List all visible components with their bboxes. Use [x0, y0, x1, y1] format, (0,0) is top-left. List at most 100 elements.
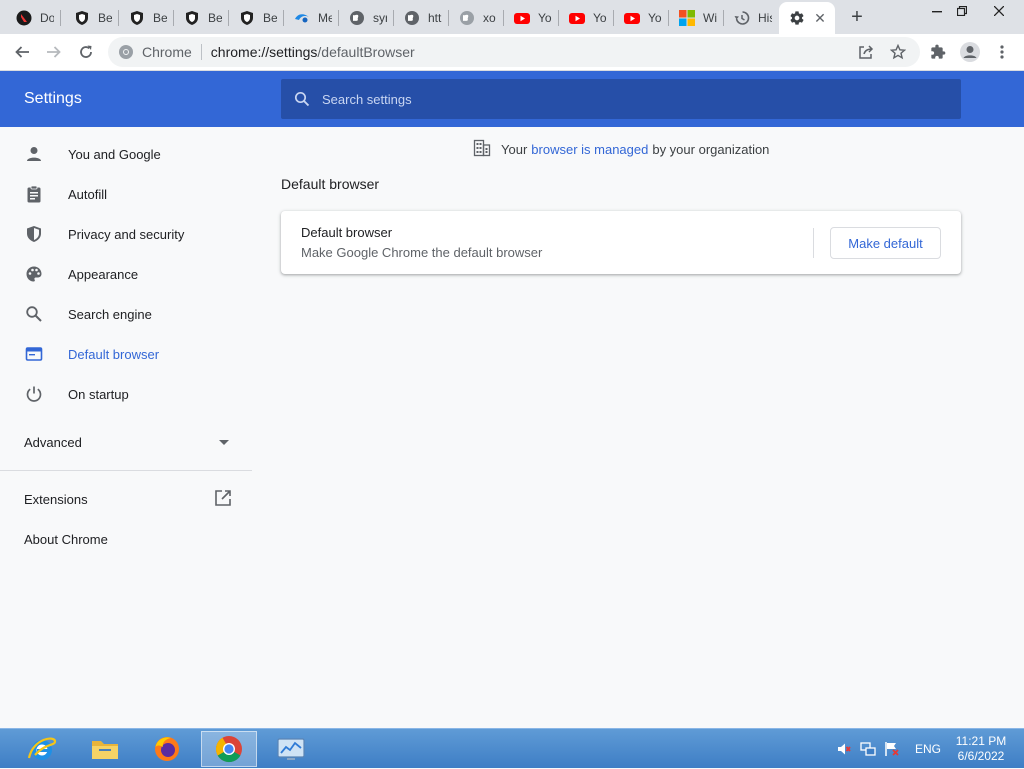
close-window-button[interactable]	[982, 0, 1016, 22]
gear-icon	[789, 10, 805, 26]
sidebar-item-autofill[interactable]: Autofill	[0, 174, 256, 214]
palette-icon	[24, 264, 44, 284]
profile-avatar[interactable]	[956, 38, 984, 66]
managed-prefix: Your	[501, 141, 528, 157]
browser-toolbar: Chrome chrome://settings/defaultBrowser	[0, 34, 1024, 71]
sidebar-advanced-toggle[interactable]: Advanced	[0, 422, 256, 462]
firefox-icon[interactable]	[139, 731, 195, 767]
tab-6[interactable]: Me	[284, 2, 336, 34]
bookmark-star-icon[interactable]	[884, 38, 912, 66]
blue-swirl-icon	[294, 10, 310, 26]
site-info[interactable]: Chrome	[118, 44, 192, 60]
settings-header: Settings	[0, 71, 1024, 127]
address-bar[interactable]: Chrome chrome://settings/defaultBrowser	[108, 37, 920, 67]
tab-12[interactable]: Yo	[614, 2, 666, 34]
tab-strip: Do Be Be Be Be Me sy htt xo Yo Yo Yo Wi …	[0, 0, 1024, 34]
tab-7[interactable]: syr	[339, 2, 391, 34]
tab-13[interactable]: Wi	[669, 2, 721, 34]
tab-title: Wi	[703, 11, 717, 25]
shield-icon	[184, 10, 200, 26]
history-icon	[734, 10, 750, 26]
default-browser-card: Default browser Make Google Chrome the d…	[281, 211, 961, 274]
system-clock[interactable]: 11:21 PM 6/6/2022	[950, 734, 1012, 764]
more-menu-icon[interactable]	[988, 38, 1016, 66]
sidebar-item-label: Default browser	[68, 346, 160, 362]
windows-taskbar: ENG 11:21 PM 6/6/2022	[0, 728, 1024, 768]
tab-5[interactable]: Be	[229, 2, 281, 34]
search-input[interactable]	[322, 91, 922, 107]
tab-title: syr	[373, 11, 387, 25]
internet-explorer-icon[interactable]	[14, 731, 70, 767]
shield-icon	[129, 10, 145, 26]
sidebar-item-extensions[interactable]: Extensions	[0, 479, 256, 519]
tab-4[interactable]: Be	[174, 2, 226, 34]
sidebar-item-you-and-google[interactable]: You and Google	[0, 134, 256, 174]
globe-icon	[459, 10, 475, 26]
caret-down-icon	[219, 440, 229, 445]
tab-title: Do	[40, 11, 54, 25]
action-center-flag-icon[interactable]	[884, 741, 900, 757]
tab-14[interactable]: His	[724, 2, 776, 34]
language-indicator[interactable]: ENG	[915, 742, 941, 756]
sidebar-item-label: On startup	[68, 386, 129, 402]
youtube-icon	[514, 10, 530, 26]
make-default-button[interactable]: Make default	[830, 227, 941, 259]
tab-title: xo	[483, 11, 496, 25]
tab-3[interactable]: Be	[119, 2, 171, 34]
section-title: Default browser	[281, 176, 380, 192]
clipboard-icon	[24, 184, 44, 204]
tray-icons	[836, 729, 900, 769]
person-icon	[24, 144, 44, 164]
reload-button[interactable]	[72, 38, 100, 66]
sidebar-item-on-startup[interactable]: On startup	[0, 374, 256, 414]
control-panel-icon[interactable]	[263, 731, 319, 767]
tab-2[interactable]: Be	[64, 2, 116, 34]
tab-separator	[60, 10, 61, 26]
red-logo-icon	[16, 10, 32, 26]
sidebar-divider	[0, 470, 252, 471]
close-tab-icon[interactable]: ✕	[811, 9, 829, 27]
youtube-icon	[624, 10, 640, 26]
volume-muted-icon[interactable]	[836, 741, 852, 757]
youtube-icon	[569, 10, 585, 26]
clock-date: 6/6/2022	[957, 749, 1005, 763]
tab-10[interactable]: Yo	[504, 2, 556, 34]
new-tab-button[interactable]: +	[845, 6, 869, 28]
tab-1[interactable]: Do	[6, 2, 58, 34]
tab-title: Yo	[538, 11, 552, 25]
sidebar-item-about-chrome[interactable]: About Chrome	[0, 519, 256, 559]
extensions-label: Extensions	[24, 492, 88, 507]
windows-icon	[679, 10, 695, 26]
chrome-icon[interactable]	[201, 731, 257, 767]
tab-11[interactable]: Yo	[559, 2, 611, 34]
sidebar-item-label: Search engine	[68, 306, 152, 322]
sidebar-item-search-engine[interactable]: Search engine	[0, 294, 256, 334]
forward-button[interactable]	[40, 38, 68, 66]
tab-title: htt	[428, 11, 442, 25]
chrome-logo-icon	[118, 44, 134, 60]
sidebar-item-appearance[interactable]: Appearance	[0, 254, 256, 294]
site-label: Chrome	[142, 44, 192, 60]
tab-8[interactable]: htt	[394, 2, 446, 34]
back-button[interactable]	[8, 38, 36, 66]
restore-window-button[interactable]	[945, 0, 979, 22]
share-icon[interactable]	[852, 38, 880, 66]
url-text[interactable]: chrome://settings/defaultBrowser	[211, 44, 415, 60]
shield-icon	[239, 10, 255, 26]
tab-9[interactable]: xo	[449, 2, 501, 34]
extensions-puzzle-icon[interactable]	[924, 38, 952, 66]
omnibox-divider	[200, 44, 202, 60]
network-icon[interactable]	[860, 741, 876, 757]
managed-link[interactable]: browser is managed	[531, 142, 648, 157]
search-icon	[24, 304, 44, 324]
settings-search[interactable]	[281, 79, 961, 119]
tab-title: Be	[98, 11, 112, 25]
url-path: /defaultBrowser	[317, 44, 415, 60]
tab-title: Yo	[648, 11, 662, 25]
sidebar-item-privacy[interactable]: Privacy and security	[0, 214, 256, 254]
sidebar-item-default-browser[interactable]: Default browser	[0, 334, 256, 374]
search-icon	[294, 91, 310, 107]
file-explorer-icon[interactable]	[77, 731, 133, 767]
tab-title: Be	[153, 11, 167, 25]
tab-settings-active[interactable]: ✕	[779, 2, 835, 34]
